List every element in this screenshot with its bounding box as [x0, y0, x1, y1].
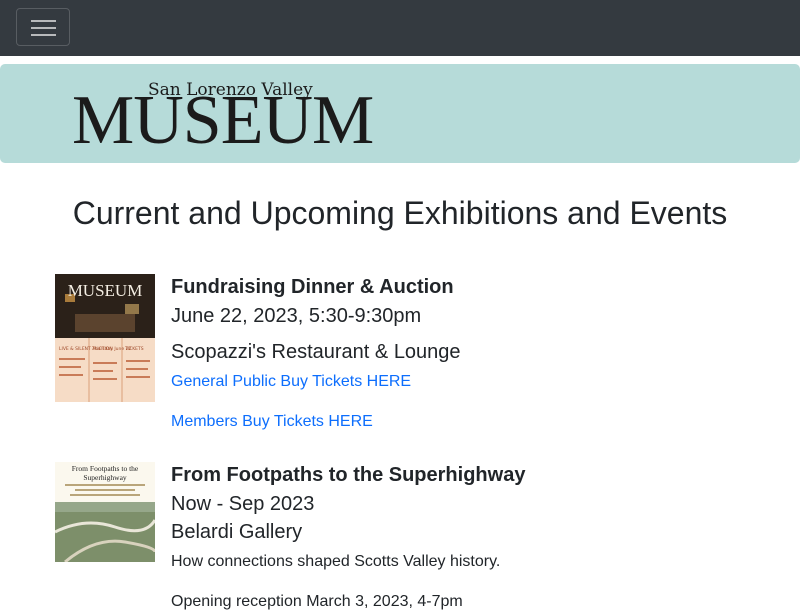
footpaths-poster-image: From Footpaths to the Superhighway: [55, 462, 155, 562]
page-title: Current and Upcoming Exhibitions and Eve…: [72, 195, 728, 231]
top-navbar: [0, 0, 800, 56]
event-title: Fundraising Dinner & Auction: [171, 276, 454, 298]
event-item: From Footpaths to the Superhighway From …: [55, 462, 755, 610]
poster-logo-text: MUSEUM: [68, 281, 143, 300]
logo-title-text: MUSEUM: [72, 82, 374, 159]
members-tickets-link[interactable]: Members Buy Tickets HERE: [171, 410, 751, 434]
event-reception: Opening reception March 3, 2023, 4-7pm: [171, 593, 463, 610]
poster-heading-text: From Footpaths to the: [72, 464, 139, 473]
event-location: Belardi Gallery: [171, 521, 303, 543]
dinner-poster-image: MUSEUM LIVE & SILENT AUCTION Thursday Ju…: [55, 274, 155, 402]
poster-col3-text: TICKETS: [124, 346, 144, 352]
event-details: From Footpaths to the Superhighway Now -…: [171, 462, 751, 614]
general-public-tickets-link[interactable]: General Public Buy Tickets HERE: [171, 370, 751, 394]
event-location: Scopazzi's Restaurant & Lounge: [171, 341, 461, 363]
logo-title: MUSEUM: [72, 86, 374, 156]
hamburger-menu-icon[interactable]: [16, 8, 70, 46]
event-item: MUSEUM LIVE & SILENT AUCTION Thursday Ju…: [55, 274, 755, 434]
event-thumbnail[interactable]: From Footpaths to the Superhighway: [55, 462, 155, 562]
event-description: How connections shaped Scotts Valley his…: [171, 553, 501, 570]
event-thumbnail[interactable]: MUSEUM LIVE & SILENT AUCTION Thursday Ju…: [55, 274, 155, 402]
event-title: From Footpaths to the Superhighway: [171, 464, 526, 486]
event-date: Now - Sep 2023: [171, 493, 315, 515]
poster-heading-text-2: Superhighway: [83, 473, 127, 482]
event-details: Fundraising Dinner & Auction June 22, 20…: [171, 274, 751, 434]
event-date: June 22, 2023, 5:30-9:30pm: [171, 305, 422, 327]
